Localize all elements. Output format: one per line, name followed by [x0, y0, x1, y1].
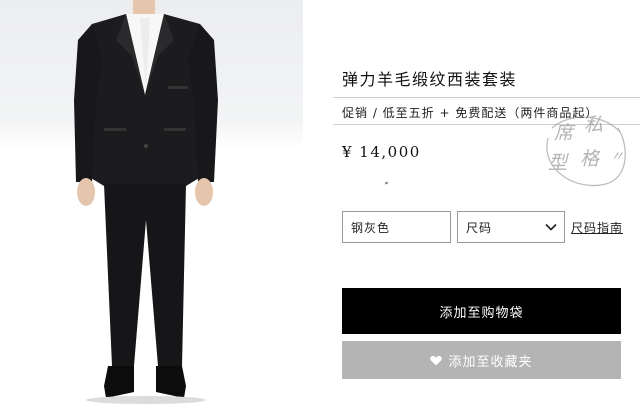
watermark-stamp: 席 私 型 格 〃 — [534, 108, 630, 192]
watermark-char: 格 — [580, 148, 600, 170]
add-to-wishlist-label: 添加至收藏夹 — [448, 353, 533, 369]
size-guide-link[interactable]: 尺码指南 — [571, 219, 623, 236]
product-price: ¥ 14,000 — [342, 143, 421, 161]
suit-model-illustration — [74, 0, 218, 404]
decorative-mark — [384, 181, 389, 185]
product-title: 弹力羊毛缎纹西装套装 — [342, 70, 518, 89]
watermark-marks: 〃 — [610, 149, 624, 165]
add-to-wishlist-button[interactable]: 添加至收藏夹 — [342, 341, 621, 379]
color-value: 钢灰色 — [351, 220, 391, 235]
watermark-char: 私 — [584, 114, 604, 136]
product-image — [0, 0, 303, 411]
add-to-bag-label: 添加至购物袋 — [439, 304, 524, 320]
watermark-char: 席 — [554, 122, 574, 144]
watermark-char: 型 — [548, 152, 568, 174]
size-value: 尺码 — [466, 220, 493, 235]
size-dropdown[interactable]: 尺码 — [457, 211, 565, 243]
heart-icon — [430, 355, 443, 365]
color-selector[interactable]: 钢灰色 — [342, 211, 451, 243]
chevron-down-icon — [545, 223, 557, 231]
add-to-bag-button[interactable]: 添加至购物袋 — [342, 288, 621, 334]
divider — [333, 97, 640, 98]
